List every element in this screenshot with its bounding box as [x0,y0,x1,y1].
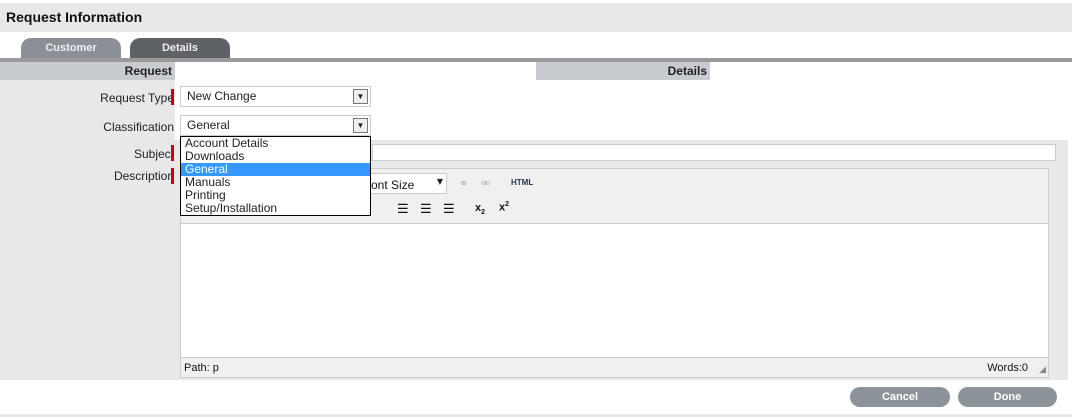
font-size-select[interactable]: ont Size ▼ [366,173,447,194]
section-header-details: Details [536,62,710,80]
request-type-select[interactable]: New Change ▼ [180,86,371,107]
subject-label: Subject [133,147,174,161]
tab-details[interactable]: Details [130,38,230,58]
label-column [0,62,175,380]
html-source-button[interactable]: HTML [511,178,533,187]
subscript-icon[interactable]: x2 [475,202,485,216]
chevron-down-icon: ▼ [436,177,443,186]
required-marker [171,145,174,161]
chevron-down-icon[interactable]: ▼ [353,118,368,133]
classification-value: General [187,118,230,132]
classification-dropdown-list: Account Details Downloads General Manual… [180,136,371,216]
description-label: Description [113,169,174,183]
align-center-icon[interactable]: ☰ [420,201,432,217]
option-setup-installation[interactable]: Setup/Installation [181,202,370,215]
footer-divider [0,414,1072,417]
section-header-request: Request [0,62,175,80]
done-button[interactable]: Done [958,387,1057,407]
word-count: Words:0 [987,362,1028,374]
required-marker [171,89,174,105]
cancel-button[interactable]: Cancel [850,387,950,407]
resize-handle-icon[interactable]: ◢ [1039,365,1046,375]
align-right-icon[interactable]: ☰ [443,201,455,217]
tab-customer[interactable]: Customer [21,38,121,58]
align-left-icon[interactable]: ☰ [397,201,409,217]
editor-path: Path: p [184,362,219,374]
subject-input[interactable] [372,144,1056,161]
unlink-icon[interactable]: ⚮ [481,177,490,190]
page-title: Request Information [6,9,143,25]
editor-content-area[interactable] [181,223,1048,358]
font-size-value: ont Size [371,178,415,192]
request-type-label: Request Type [100,91,174,105]
page-header [0,3,1072,32]
request-type-value: New Change [187,89,257,103]
link-icon[interactable]: ⚭ [459,177,468,190]
required-marker [171,168,174,184]
chevron-down-icon[interactable]: ▼ [353,89,368,104]
classification-label: Classification [103,120,174,134]
classification-select[interactable]: General ▼ [180,115,371,136]
superscript-icon[interactable]: x2 [499,201,509,214]
